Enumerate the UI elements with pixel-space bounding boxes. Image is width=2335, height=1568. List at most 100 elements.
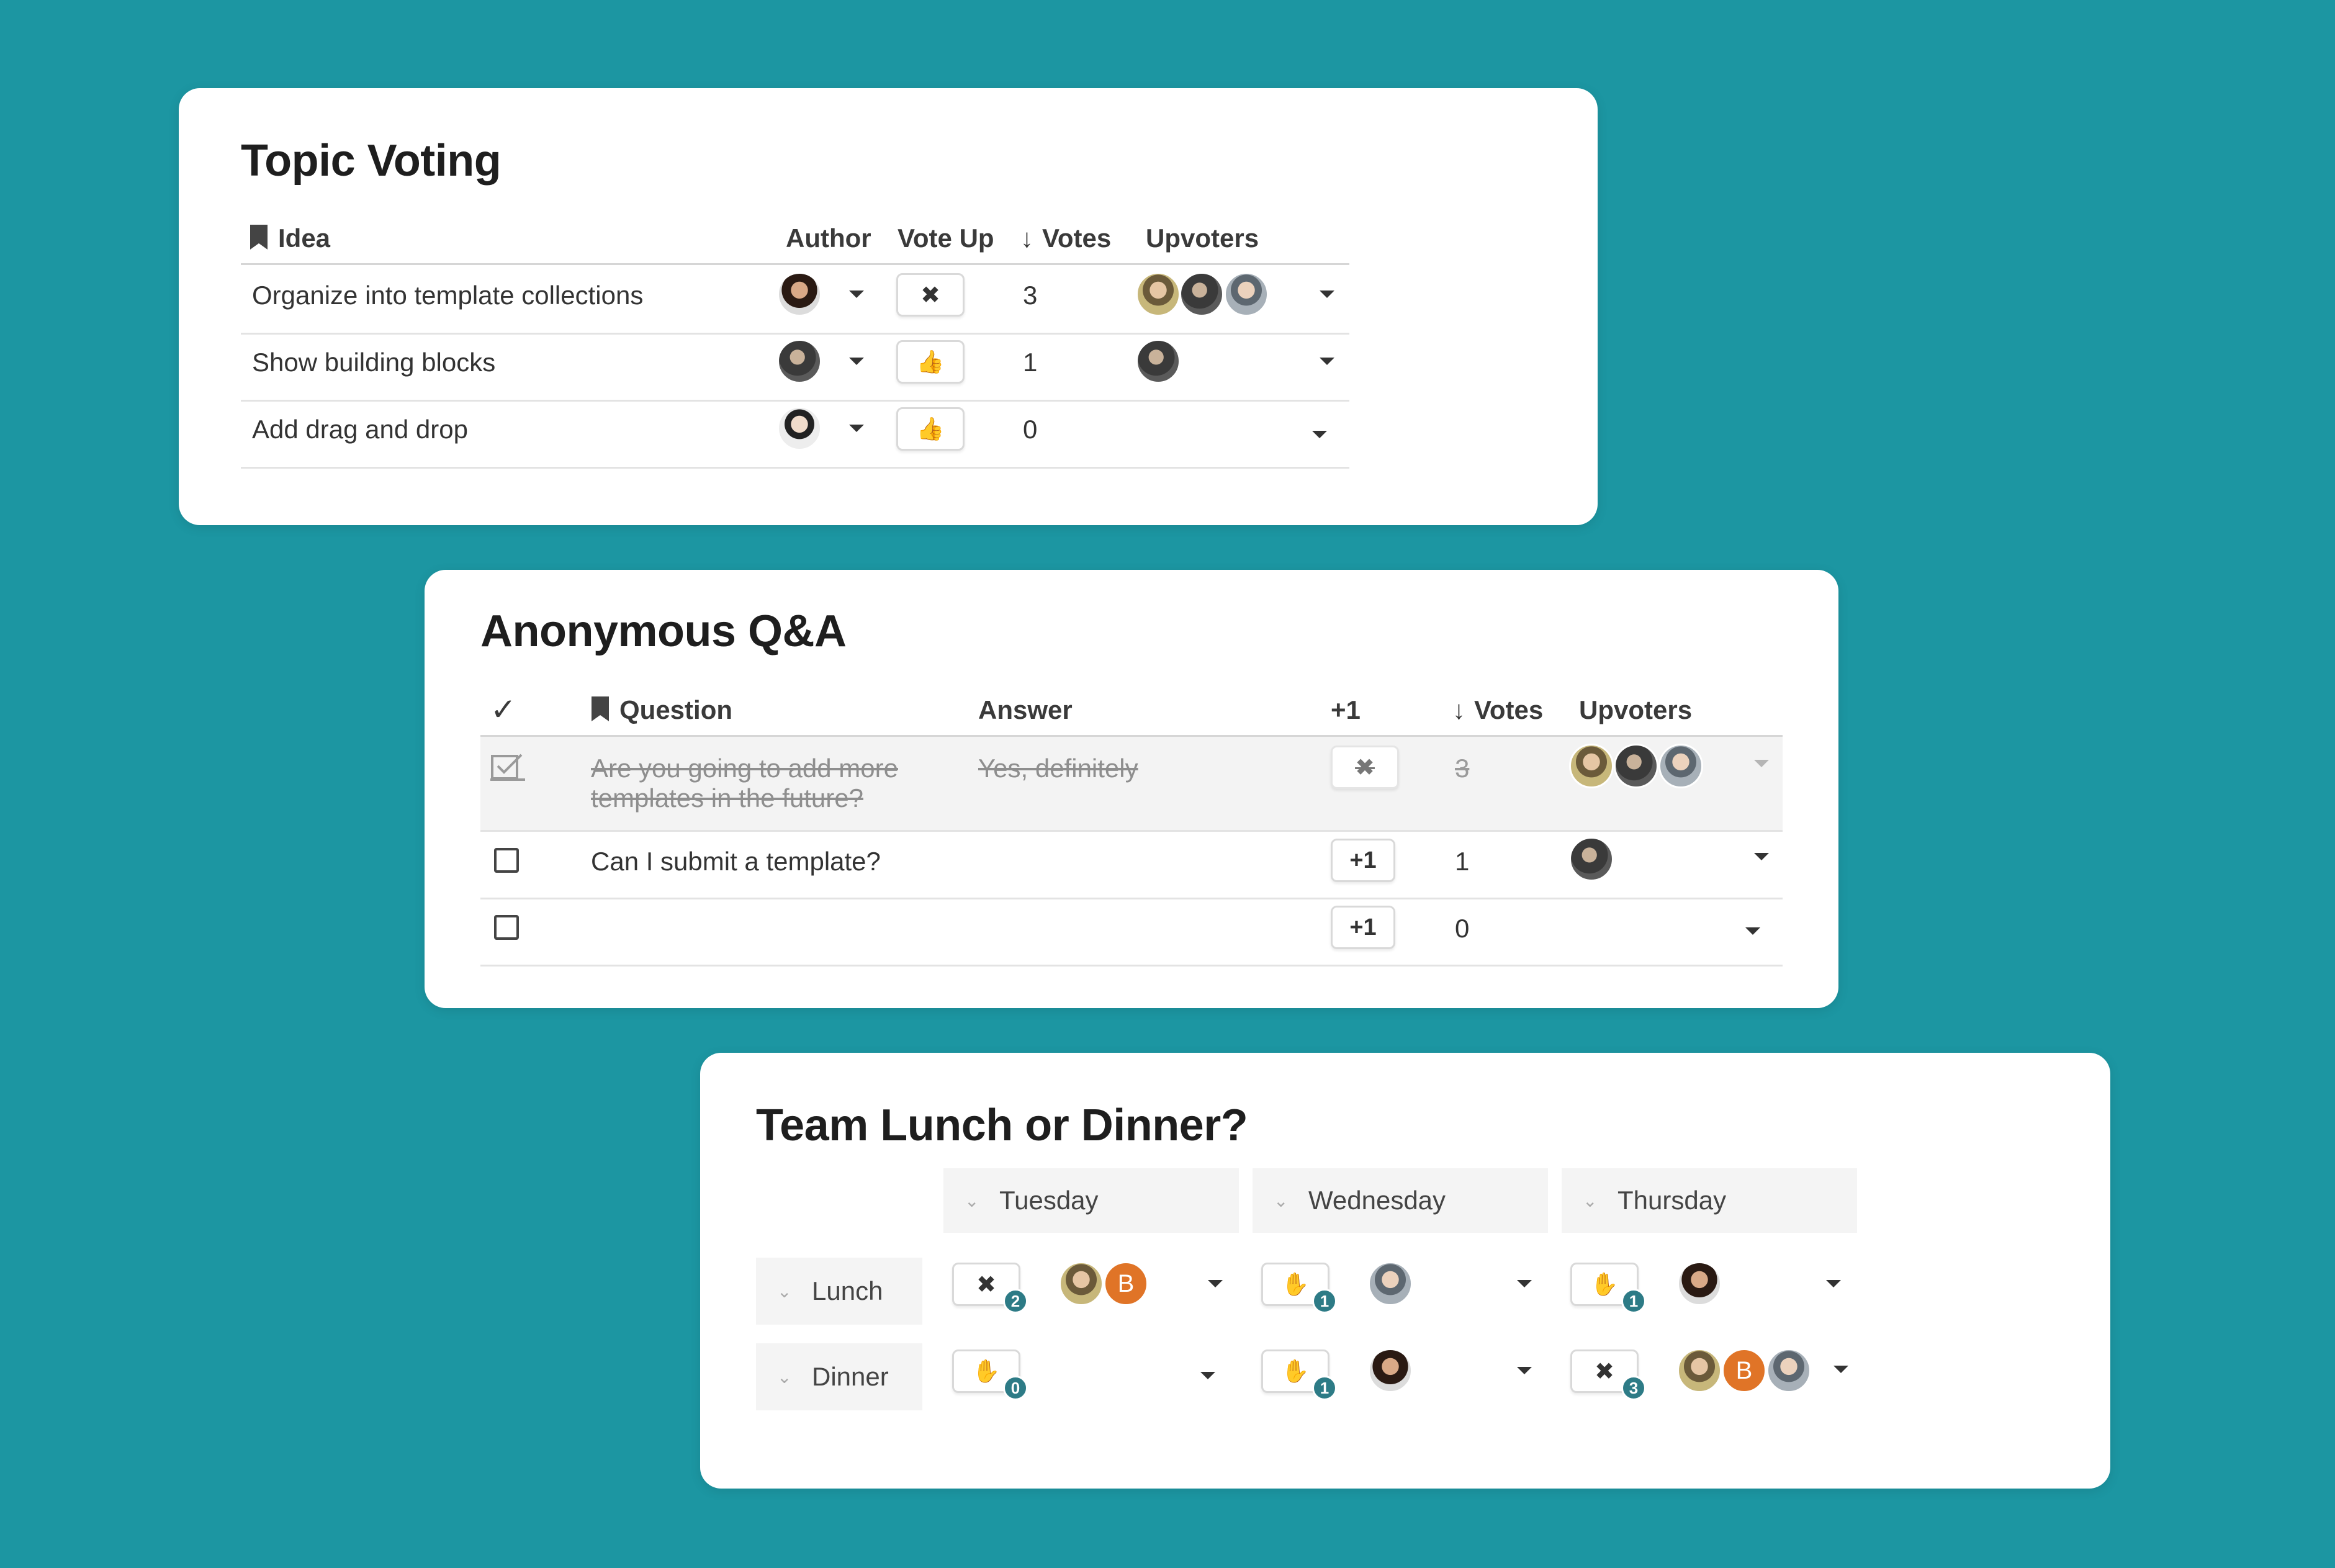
row-divider — [480, 965, 1783, 966]
dropdown-caret-icon[interactable] — [1517, 1280, 1532, 1287]
vote-up-button[interactable]: ✖ — [896, 273, 965, 317]
raised-hand-icon: ✋ — [1590, 1271, 1619, 1297]
column-header-question[interactable]: Question — [590, 695, 732, 725]
row-divider — [241, 467, 1349, 469]
voter-avatar-letter: B — [1722, 1348, 1766, 1393]
team-lunch-card: Team Lunch or Dinner? ⌄ Tuesday ⌄ Wednesda… — [700, 1053, 2110, 1489]
row-divider — [480, 898, 1783, 899]
upvoters-dropdown-caret-icon[interactable] — [1320, 291, 1334, 298]
upvoters-dropdown-caret-icon[interactable] — [1754, 853, 1769, 860]
vote-up-button[interactable]: 👍 — [896, 340, 965, 384]
author-dropdown-caret-icon[interactable] — [849, 425, 864, 432]
author-avatar — [777, 406, 822, 451]
raised-hand-icon: ✋ — [1281, 1358, 1310, 1384]
sort-down-icon: ↓ — [1020, 223, 1033, 253]
question-cell[interactable]: Can I submit a template? — [591, 847, 881, 876]
meal-header-dinner[interactable]: ⌄ Dinner — [756, 1343, 922, 1410]
voter-avatar — [1677, 1348, 1722, 1393]
upvoter-avatar — [1179, 272, 1224, 317]
done-checkbox[interactable] — [494, 848, 519, 873]
column-header-votes[interactable]: ↓ Votes — [1452, 695, 1543, 725]
dropdown-caret-icon[interactable] — [1208, 1280, 1223, 1287]
bookmark-icon — [592, 696, 609, 721]
row-divider — [480, 830, 1783, 832]
column-header-upvoters[interactable]: Upvoters — [1146, 223, 1259, 253]
plus-one-button[interactable]: +1 — [1331, 906, 1395, 949]
raised-hand-icon: ✋ — [972, 1358, 1001, 1384]
dropdown-caret-icon[interactable] — [1833, 1366, 1848, 1373]
column-header-plus-one[interactable]: +1 — [1331, 695, 1361, 725]
idea-cell[interactable]: Show building blocks — [252, 348, 495, 377]
thumbs-up-icon: 👍 — [916, 349, 945, 374]
topic-voting-card: Topic Voting Idea Author Vote Up ↓ Votes … — [179, 88, 1598, 525]
idea-cell[interactable]: Organize into template collections — [252, 281, 643, 310]
card-title: Topic Voting — [241, 136, 502, 186]
column-header-idea[interactable]: Idea — [248, 223, 330, 253]
close-icon: ✖ — [1355, 754, 1375, 781]
column-header-done[interactable]: ✓ — [490, 692, 516, 728]
day-header-thursday[interactable]: ⌄ Thursday — [1562, 1168, 1857, 1233]
row-divider — [241, 333, 1349, 335]
answer-cell[interactable]: Yes, definitely — [978, 754, 1138, 783]
upvoter-avatar — [1136, 339, 1181, 384]
author-dropdown-caret-icon[interactable] — [849, 358, 864, 365]
plus-one-button[interactable]: ✖ — [1331, 746, 1399, 789]
idea-cell[interactable]: Add drag and drop — [252, 415, 468, 444]
votes-count: 1 — [1455, 847, 1470, 876]
chevron-down-icon: ⌄ — [1274, 1191, 1289, 1210]
voter-avatar — [1677, 1261, 1722, 1306]
dropdown-caret-icon[interactable] — [1200, 1372, 1215, 1379]
meal-header-lunch[interactable]: ⌄ Lunch — [756, 1258, 922, 1325]
votes-count: 0 — [1023, 415, 1038, 444]
voter-avatar — [1059, 1261, 1104, 1306]
day-header-wednesday[interactable]: ⌄ Wednesday — [1253, 1168, 1548, 1233]
vote-count-badge: 1 — [1312, 1376, 1337, 1400]
dropdown-caret-icon[interactable] — [1517, 1367, 1532, 1374]
voter-avatar — [1368, 1348, 1413, 1393]
upvoters-dropdown-caret-icon[interactable] — [1745, 927, 1760, 935]
vote-count-badge: 1 — [1621, 1289, 1646, 1313]
column-header-upvoters[interactable]: Upvoters — [1579, 695, 1692, 725]
thumbs-up-icon: 👍 — [916, 416, 945, 441]
upvoters-dropdown-caret-icon[interactable] — [1320, 358, 1334, 365]
column-header-author[interactable]: Author — [786, 223, 871, 253]
vote-up-button[interactable]: 👍 — [896, 407, 965, 451]
question-cell[interactable]: Are you going to add more templates in t… — [591, 754, 898, 813]
plus-one-button[interactable]: +1 — [1331, 839, 1395, 882]
header-divider — [241, 263, 1349, 265]
card-title: Anonymous Q&A — [480, 606, 847, 656]
chevron-down-icon: ⌄ — [777, 1367, 792, 1387]
chevron-down-icon: ⌄ — [1583, 1191, 1598, 1210]
upvoters-dropdown-caret-icon[interactable] — [1312, 431, 1327, 438]
column-header-votes[interactable]: ↓ Votes — [1020, 223, 1111, 253]
upvoter-avatar — [1224, 272, 1269, 317]
done-checkbox[interactable] — [494, 915, 519, 940]
upvoter-avatar — [1136, 272, 1181, 317]
chevron-down-icon: ⌄ — [965, 1191, 979, 1210]
row-divider — [241, 400, 1349, 402]
vote-count-badge: 3 — [1621, 1376, 1646, 1400]
raised-hand-icon: ✋ — [1281, 1271, 1310, 1297]
dropdown-caret-icon[interactable] — [1826, 1280, 1841, 1287]
votes-count: 3 — [1455, 754, 1470, 783]
vote-count-badge: 0 — [1003, 1376, 1028, 1400]
sort-down-icon: ↓ — [1452, 695, 1465, 724]
votes-count: 3 — [1023, 281, 1038, 310]
card-title: Team Lunch or Dinner? — [756, 1101, 1248, 1150]
author-dropdown-caret-icon[interactable] — [849, 291, 864, 298]
chevron-down-icon: ⌄ — [777, 1281, 792, 1301]
votes-count: 0 — [1455, 914, 1470, 943]
votes-count: 1 — [1023, 348, 1038, 377]
author-avatar — [777, 272, 822, 317]
column-header-vote-up[interactable]: Vote Up — [898, 223, 994, 253]
anonymous-qa-card: Anonymous Q&A ✓ Question Answer +1 ↓ Vote… — [425, 570, 1838, 1008]
voter-avatar-letter: B — [1104, 1261, 1148, 1306]
day-header-tuesday[interactable]: ⌄ Tuesday — [943, 1168, 1239, 1233]
voter-avatar — [1368, 1261, 1413, 1306]
column-header-answer[interactable]: Answer — [978, 695, 1073, 725]
upvoter-avatar — [1614, 744, 1658, 788]
upvoters-dropdown-caret-icon[interactable] — [1754, 760, 1769, 767]
upvoter-avatar — [1658, 744, 1703, 788]
checked-checkbox-icon[interactable] — [490, 751, 528, 783]
upvoter-avatar — [1569, 837, 1614, 881]
